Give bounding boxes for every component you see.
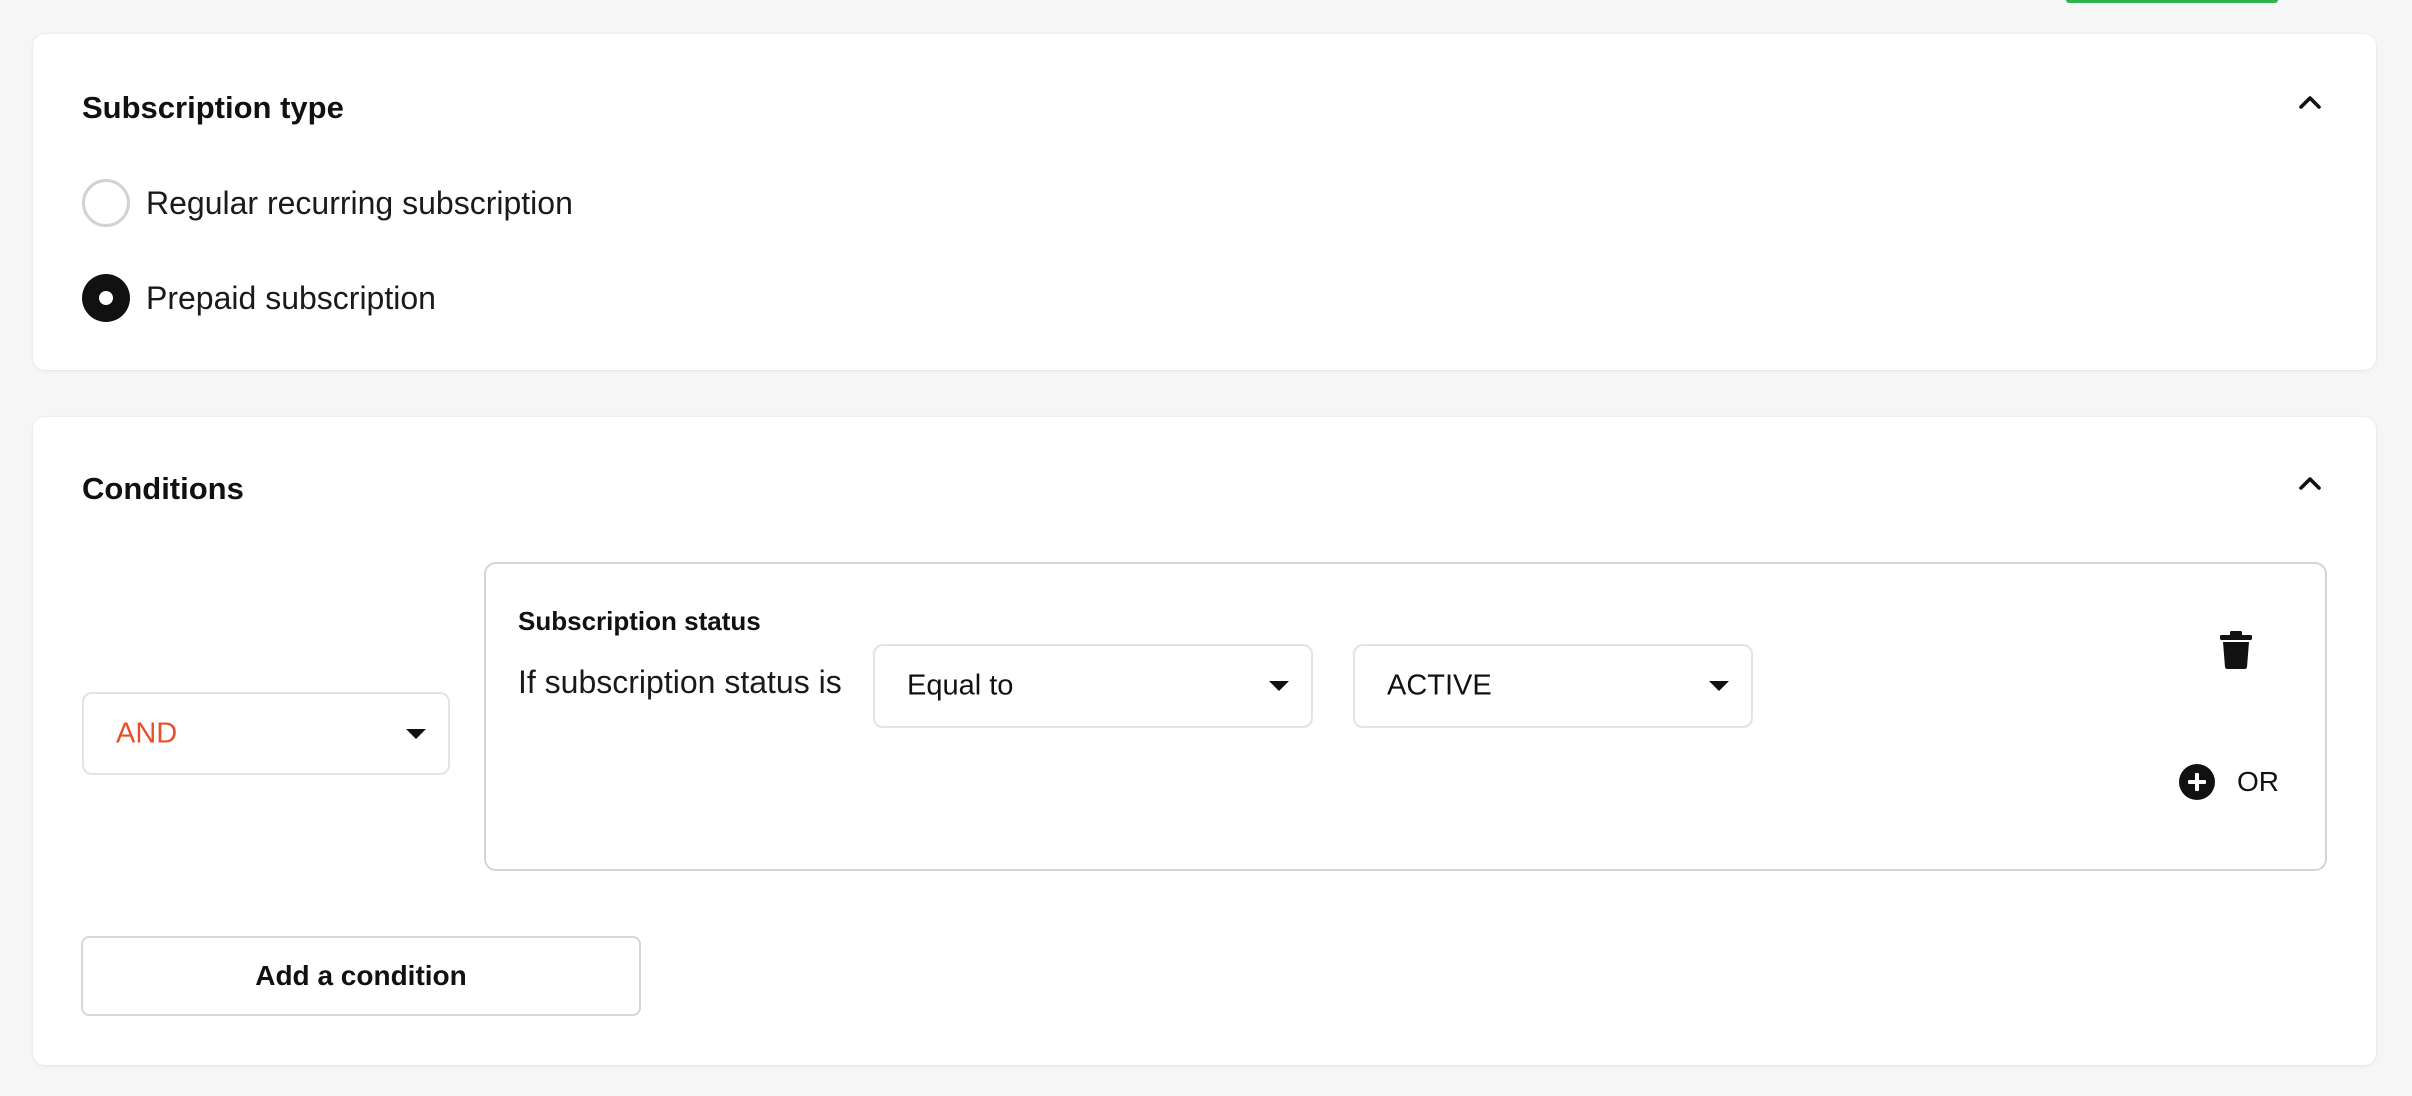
top-action-button-edge[interactable]: [2066, 0, 2278, 3]
radio-label-regular: Regular recurring subscription: [146, 184, 573, 221]
chevron-up-icon[interactable]: [2296, 88, 2324, 116]
status-select[interactable]: ACTIVE: [1353, 644, 1753, 728]
subscription-type-card: Subscription type Regular recurring subs…: [33, 34, 2376, 370]
trash-icon[interactable]: [2219, 630, 2253, 670]
status-value: ACTIVE: [1387, 669, 1492, 702]
radio-checked-icon[interactable]: [82, 274, 130, 322]
subscription-type-title: Subscription type: [82, 90, 344, 125]
add-condition-button[interactable]: Add a condition: [81, 936, 641, 1016]
dropdown-caret-icon: [406, 728, 426, 739]
chevron-up-icon[interactable]: [2296, 469, 2324, 497]
dropdown-caret-icon: [1709, 681, 1729, 691]
or-label: OR: [2237, 766, 2279, 797]
radio-prepaid[interactable]: Prepaid subscription: [82, 274, 436, 322]
comparator-select[interactable]: Equal to: [873, 644, 1313, 728]
condition-prefix-text: If subscription status is: [518, 664, 842, 700]
condition-group: Subscription status If subscription stat…: [484, 562, 2327, 871]
logic-operator-value: AND: [116, 717, 178, 749]
plus-circle-icon[interactable]: [2179, 764, 2215, 800]
conditions-title: Conditions: [82, 471, 244, 506]
dropdown-caret-icon: [1269, 681, 1289, 691]
add-or-condition-button[interactable]: OR: [2179, 764, 2279, 800]
comparator-value: Equal to: [907, 669, 1014, 702]
radio-label-prepaid: Prepaid subscription: [146, 279, 436, 316]
conditions-card: Conditions AND Subscription status If su…: [33, 417, 2376, 1065]
radio-unchecked-icon[interactable]: [82, 179, 130, 227]
logic-operator-select[interactable]: AND: [82, 692, 450, 775]
condition-group-label: Subscription status: [518, 606, 761, 636]
radio-regular-recurring[interactable]: Regular recurring subscription: [82, 179, 573, 227]
